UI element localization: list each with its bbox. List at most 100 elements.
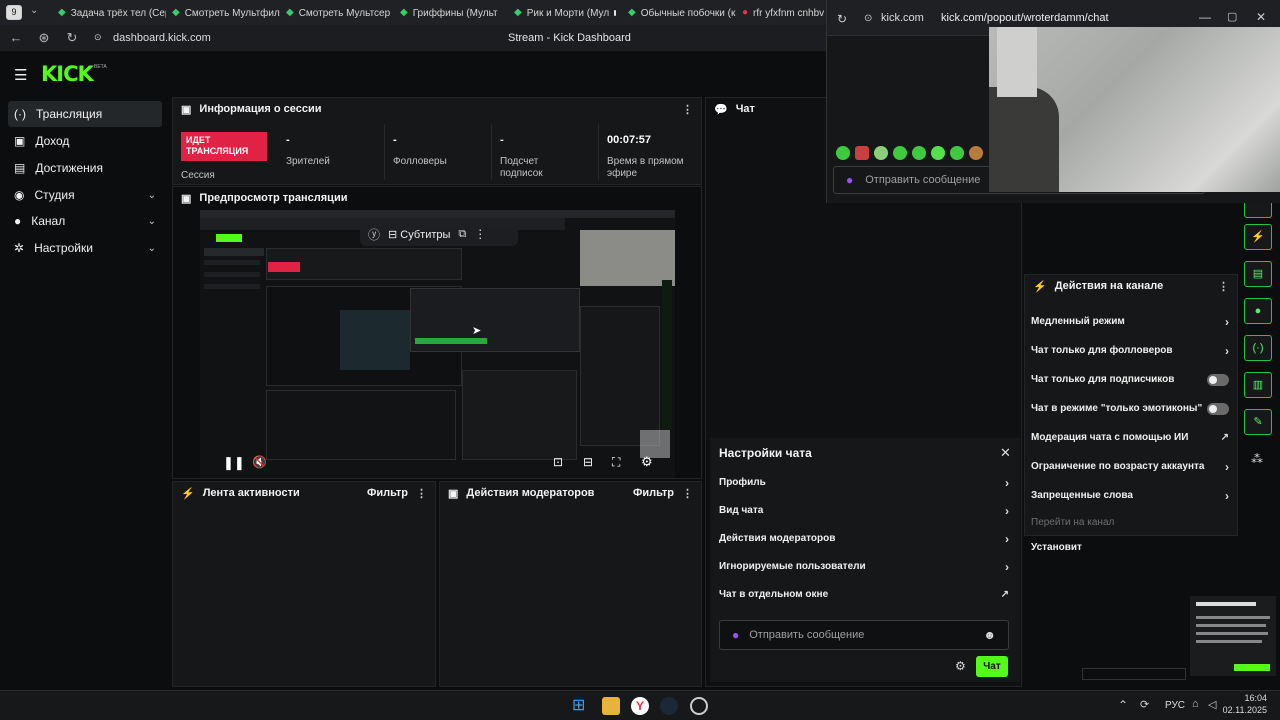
shield-icon[interactable]: ⊛	[34, 29, 54, 47]
emoji-icon[interactable]: ☻	[983, 628, 996, 642]
chevron-down-icon[interactable]: ⌄	[148, 243, 156, 254]
more-options-icon[interactable]: ⋮	[682, 487, 693, 500]
chat-settings-item[interactable]: Профиль ›	[719, 468, 1009, 497]
browser-tab[interactable]: ◆ Смотреть Мультфил	[166, 3, 280, 23]
popout-url[interactable]: kick.com/popout/wroterdamm/chat	[941, 12, 1109, 24]
pip-icon[interactable]: ⧉	[458, 228, 466, 241]
chat-input[interactable]: ● Отправить сообщение ☻	[719, 620, 1009, 650]
channel-action-age-limit[interactable]: Ограничение по возрасту аккаунта ›	[1031, 452, 1229, 481]
chat-settings-gear-icon[interactable]: ⚙	[955, 659, 966, 673]
theater-mode-icon[interactable]: ⊡	[553, 455, 563, 469]
sidebar-item-broadcast[interactable]: (·) Трансляция	[8, 101, 162, 127]
browser-tab[interactable]: ◆ Гриффины (Мульт	[394, 3, 508, 23]
close-icon[interactable]: ✕	[1000, 445, 1011, 461]
mute-icon[interactable]: 🔇	[252, 455, 267, 469]
fullscreen-icon[interactable]: ⛶	[612, 455, 620, 470]
filter-button[interactable]: Фильтр	[633, 487, 674, 499]
browser-tab[interactable]: ◆ Обычные побочки (к	[622, 3, 736, 23]
rail-lightning-icon[interactable]: ⚡	[1244, 224, 1272, 250]
emote-icon[interactable]	[874, 146, 888, 160]
rail-broadcast-icon[interactable]: (·)	[1244, 335, 1272, 361]
steam-icon[interactable]	[660, 697, 678, 715]
rail-server-icon[interactable]: ▥	[1244, 372, 1272, 398]
video-player[interactable]: ➤	[200, 210, 675, 478]
browser-tab[interactable]: ● rfr yfxfnm cnhbv	[736, 3, 826, 23]
browser-tab[interactable]: ◆ Смотреть Мультсер	[280, 3, 394, 23]
minimize-icon[interactable]: —	[1199, 10, 1211, 24]
reload-icon[interactable]: ↻	[837, 12, 847, 26]
rail-chat-icon[interactable]: ●	[1244, 298, 1272, 324]
volume-icon[interactable]: ◁	[1208, 698, 1216, 711]
emote-icon[interactable]	[855, 146, 869, 160]
tab-counter[interactable]: 9	[6, 5, 22, 20]
tab-menu-chevron-icon[interactable]: ⌄	[30, 5, 38, 16]
settings-gear-icon[interactable]: ⚙	[641, 454, 653, 470]
chat-settings-item[interactable]: Чат в отдельном окне ↗	[719, 580, 1009, 609]
emote-icon[interactable]	[950, 146, 964, 160]
site-info-icon[interactable]: ⊙	[94, 32, 102, 43]
sidebar-item-studio[interactable]: ◉ Студия ⌄	[8, 182, 162, 208]
channel-action-emotes-only[interactable]: Чат в режиме "только эмотиконы"	[1031, 394, 1229, 423]
emote-icon[interactable]	[893, 146, 907, 160]
goto-channel-link[interactable]: Перейти на канал	[1031, 517, 1114, 528]
microphone-icon[interactable]: ●	[846, 173, 853, 187]
browser-tab[interactable]: ◆ Рик и Морти (Мул	[508, 3, 622, 23]
rail-extensions-icon[interactable]: ⁂	[1251, 452, 1263, 466]
chat-settings-item[interactable]: Действия модераторов ›	[719, 524, 1009, 553]
pip-mode-icon[interactable]: ⊟	[583, 455, 593, 469]
emote-icon[interactable]	[912, 146, 926, 160]
maximize-icon[interactable]: ▢	[1227, 10, 1237, 23]
emote-icon[interactable]	[931, 146, 945, 160]
subs-only-toggle[interactable]	[1207, 373, 1229, 386]
clock-date[interactable]: 02.11.2025	[1220, 705, 1267, 715]
tray-chevron-up-icon[interactable]: ⌃	[1118, 698, 1128, 712]
sidebar-item-income[interactable]: ▣ Доход	[8, 128, 162, 154]
language-indicator[interactable]: РУС	[1165, 700, 1185, 711]
chat-settings-item[interactable]: Вид чата ›	[719, 496, 1009, 525]
yandex-browser-icon[interactable]: Y	[631, 697, 649, 715]
channel-action-banned-words[interactable]: Запрещенные слова ›	[1031, 481, 1229, 510]
emote-icon[interactable]	[836, 146, 850, 160]
sidebar-item-achievements[interactable]: ▤ Достижения	[8, 155, 162, 181]
kick-logo[interactable]: KICK	[41, 62, 94, 86]
close-window-icon[interactable]: ✕	[1256, 10, 1266, 24]
file-explorer-icon[interactable]	[602, 697, 620, 715]
start-windows-icon[interactable]: ⊞	[572, 697, 590, 715]
chevron-down-icon[interactable]: ⌄	[148, 190, 156, 201]
sidebar-item-settings[interactable]: ✲ Настройки ⌄	[8, 235, 162, 261]
subtitles-button[interactable]: ⊟ Субтитры	[388, 228, 450, 241]
reload-icon[interactable]: ↻	[62, 29, 82, 47]
send-chat-button[interactable]: Чат	[976, 656, 1008, 677]
more-options-icon[interactable]: ⋮	[1218, 280, 1229, 293]
emotes-only-toggle[interactable]	[1207, 402, 1229, 415]
toast-button[interactable]	[1234, 664, 1270, 671]
browser-tab[interactable]: ◆ Задача трёх тел (Сер	[52, 3, 166, 23]
obs-icon[interactable]	[690, 697, 708, 715]
channel-action-followers-only[interactable]: Чат только для фолловеров ›	[1031, 336, 1229, 365]
microphone-icon[interactable]: ●	[732, 628, 739, 642]
clock-time[interactable]: 16:04	[1229, 693, 1267, 703]
channel-action-slow-mode[interactable]: Медленный режим ›	[1031, 307, 1229, 336]
channel-action-subs-only[interactable]: Чат только для подписчиков	[1031, 365, 1229, 394]
chevron-down-icon[interactable]: ⌄	[148, 216, 156, 227]
filter-button[interactable]: Фильтр	[367, 487, 408, 499]
more-options-icon[interactable]: ⋮	[474, 227, 486, 241]
notification-toast[interactable]	[1190, 596, 1276, 676]
back-icon[interactable]: ←	[6, 29, 26, 47]
rail-wrench-icon[interactable]: ✎	[1244, 409, 1272, 435]
url-field[interactable]: dashboard.kick.com	[113, 32, 211, 44]
more-options-icon[interactable]: ⋮	[682, 103, 693, 116]
pause-icon[interactable]: ❚❚	[223, 455, 245, 471]
chat-settings-item[interactable]: Игнорируемые пользователи ›	[719, 552, 1009, 581]
site-info-icon[interactable]: ⊙	[864, 13, 872, 24]
toast-input[interactable]	[1082, 668, 1186, 680]
sidebar-item-channel[interactable]: ● Канал ⌄	[8, 208, 162, 234]
tray-sync-icon[interactable]: ⟳	[1140, 698, 1149, 711]
channel-action-ai-moderation[interactable]: Модерация чата с помощью ИИ ↗	[1031, 423, 1229, 452]
menu-icon[interactable]: ☰	[14, 66, 27, 84]
network-icon[interactable]: ⌂	[1192, 698, 1199, 710]
rail-clipboard-icon[interactable]: ▤	[1244, 261, 1272, 287]
emote-icon[interactable]	[969, 146, 983, 160]
yandex-icon[interactable]: ⓨ	[368, 226, 380, 243]
more-options-icon[interactable]: ⋮	[416, 487, 427, 500]
